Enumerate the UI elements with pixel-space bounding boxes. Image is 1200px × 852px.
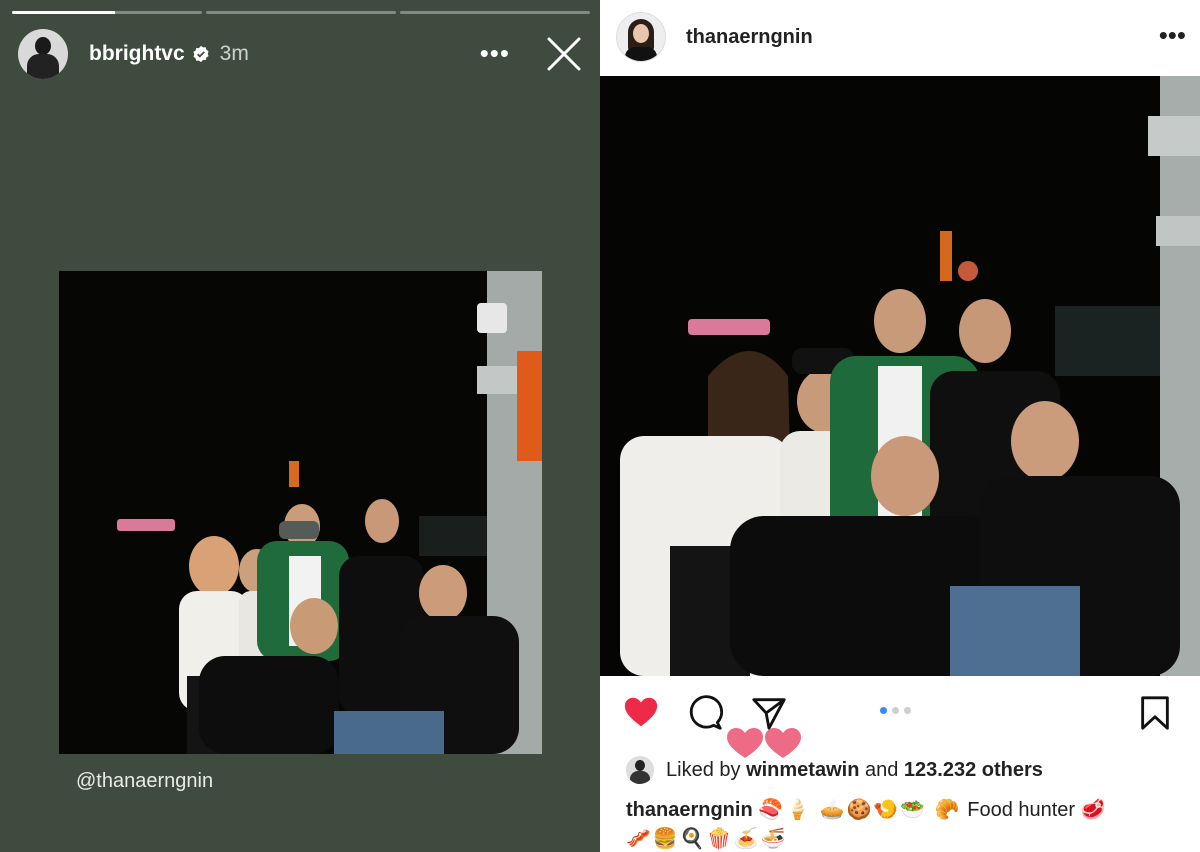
liked-by-mid: and	[859, 758, 904, 781]
story-header: bbrightvc 3m •••	[18, 28, 582, 80]
liked-by-prefix: Liked by	[666, 758, 747, 781]
post-actions	[600, 690, 1200, 740]
caption-emojis: 🍣🍦 🥧🍪🍤🥗 🥐	[758, 799, 962, 821]
story-mention-tag[interactable]: @thanaerngnin	[76, 770, 213, 793]
verified-badge-icon	[193, 45, 209, 63]
story-shared-photo[interactable]	[59, 271, 542, 754]
caption-emojis-line2: 🥓🍔🍳🍿🍝🍜	[626, 828, 788, 850]
liked-by-count[interactable]: 123.232 others	[904, 759, 1043, 782]
group-photo-image	[600, 76, 1200, 676]
story-viewer: bbrightvc 3m ••• @thanaerngnin	[0, 0, 600, 852]
carousel-dot	[904, 707, 911, 714]
liker-avatar[interactable]	[626, 756, 654, 784]
story-avatar[interactable]	[18, 29, 68, 79]
post-avatar[interactable]	[616, 12, 666, 62]
carousel-indicator	[880, 707, 911, 714]
story-username[interactable]: bbrightvc	[89, 42, 185, 66]
post-header: thanaerngnin •••	[616, 10, 1186, 64]
more-icon[interactable]: •••	[480, 38, 510, 69]
group-photo-image	[59, 271, 542, 754]
progress-segment	[206, 11, 396, 14]
close-icon[interactable]	[546, 36, 582, 72]
more-icon[interactable]: •••	[1159, 20, 1186, 51]
post-username[interactable]: thanaerngnin	[686, 26, 813, 49]
caption-emojis-end: 🥩	[1080, 799, 1106, 821]
liked-by-user[interactable]: winmetawin	[746, 759, 859, 782]
caption-text: Food hunter	[961, 799, 1081, 821]
story-timestamp: 3m	[219, 42, 249, 65]
feed-post: thanaerngnin ••• Liked by winmetawin and…	[600, 0, 1200, 852]
likes-summary: Liked by winmetawin and 123.232 others	[626, 756, 1043, 784]
carousel-dot-active	[880, 707, 887, 714]
caption-username[interactable]: thanaerngnin	[626, 799, 753, 821]
post-caption: thanaerngnin 🍣🍦 🥧🍪🍤🥗 🥐 Food hunter 🥩 🥓🍔🍳…	[626, 796, 1186, 852]
post-photo[interactable]	[600, 76, 1200, 676]
bookmark-icon[interactable]	[1136, 694, 1174, 732]
progress-segment	[12, 11, 202, 14]
story-progress-bar	[12, 11, 590, 14]
comment-icon[interactable]	[686, 694, 724, 732]
heart-icon[interactable]	[622, 694, 660, 732]
carousel-dot	[892, 707, 899, 714]
progress-segment	[400, 11, 590, 14]
